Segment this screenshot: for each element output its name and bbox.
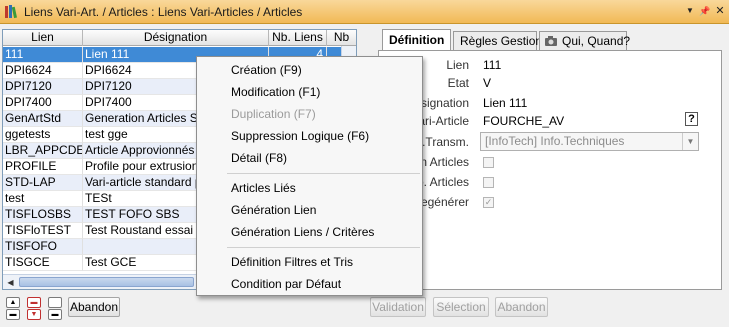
window-menu-button[interactable]: ▼: [683, 4, 697, 18]
tab-qui-quand[interactable]: Qui, Quand?: [539, 31, 631, 51]
nav-next-icon[interactable]: [48, 297, 62, 308]
column-header-nb-liens[interactable]: Nb. Liens: [269, 30, 327, 46]
validation-button[interactable]: Validation: [370, 297, 426, 317]
menu-item-generation-liens-criteres[interactable]: Génération Liens / Critères: [231, 223, 374, 241]
cell-lien: DPI7400: [3, 95, 83, 111]
nav-add-icon[interactable]: ▬: [6, 309, 20, 320]
menu-item-articles-lies[interactable]: Articles Liés: [231, 179, 296, 197]
help-button[interactable]: ?: [685, 112, 698, 126]
tab-definition[interactable]: Définition: [382, 29, 451, 52]
lien-value: 111: [483, 58, 502, 72]
lien-label: Lien: [446, 58, 469, 72]
cell-lien: DPI7120: [3, 79, 83, 95]
articles-checkbox[interactable]: [483, 157, 494, 168]
cell-lien: TISFLOSBS: [3, 207, 83, 223]
pin-icon[interactable]: 📌: [698, 4, 712, 18]
menu-item-condition-defaut[interactable]: Condition par Défaut: [231, 275, 341, 293]
tab-regles-gestion[interactable]: Règles Gestion: [453, 31, 542, 51]
menu-item-duplication[interactable]: Duplication (F7): [231, 105, 316, 123]
menu-item-detail[interactable]: Détail (F8): [231, 149, 287, 167]
window-title: Liens Vari-Art. / Articles : Liens Vari-…: [24, 5, 303, 19]
etat-label: Etat: [447, 76, 469, 90]
vari-article-value: FOURCHE_AV: [483, 114, 565, 128]
abandon-button-left[interactable]: Abandon: [68, 297, 120, 317]
column-header-nb[interactable]: Nb: [327, 30, 356, 46]
cell-lien: test: [3, 191, 83, 207]
menu-item-creation[interactable]: Création (F9): [231, 61, 302, 79]
cell-lien: TISFloTEST: [3, 223, 83, 239]
menu-item-definition-filtres[interactable]: Définition Filtres et Tris: [231, 253, 353, 271]
menu-separator: [227, 247, 420, 248]
tab-qui-quand-label: Qui, Quand?: [562, 34, 631, 48]
definition-panel: Lien 111 Etat V esignation Lien 111 ari-…: [378, 50, 722, 290]
menu-separator: [227, 173, 420, 174]
nav-first-icon[interactable]: ▲: [6, 297, 20, 308]
camera-icon: [545, 36, 557, 46]
cell-lien: TISFOFO: [3, 239, 83, 255]
cell-lien: TISGCE: [3, 255, 83, 271]
close-button[interactable]: ✕: [713, 4, 727, 18]
menu-item-generation-lien[interactable]: Génération Lien: [231, 201, 316, 219]
designation-value: Lien 111: [483, 96, 528, 110]
grid-header: Lien Désignation Nb. Liens Nb: [3, 30, 356, 46]
cell-lien: PROFILE: [3, 159, 83, 175]
cell-lien: LBR_APPCDE: [3, 143, 83, 159]
column-header-lien[interactable]: Lien: [3, 30, 83, 46]
abandon-button-right[interactable]: Abandon: [495, 297, 548, 317]
column-header-designation[interactable]: Désignation: [83, 30, 269, 46]
selection-button[interactable]: Sélection: [433, 297, 489, 317]
cell-lien: STD-LAP: [3, 175, 83, 191]
etat-value: V: [483, 76, 492, 90]
context-menu: Création (F9) Modification (F1) Duplicat…: [196, 56, 423, 296]
menu-item-suppression-logique[interactable]: Suppression Logique (F6): [231, 127, 369, 145]
nav-last-icon[interactable]: ▬: [48, 309, 62, 320]
articles2-checkbox[interactable]: [483, 177, 494, 188]
transm-select-value: [InfoTech] Info.Techniques: [485, 134, 625, 148]
cell-lien: ggetests: [3, 127, 83, 143]
scroll-left-icon[interactable]: ◀: [4, 276, 17, 289]
chevron-down-icon: ▼: [682, 133, 698, 150]
cell-lien: GenArtStd: [3, 111, 83, 127]
title-bar: Liens Vari-Art. / Articles : Liens Vari-…: [0, 0, 729, 24]
transm-select[interactable]: [InfoTech] Info.Techniques ▼: [480, 132, 699, 151]
menu-item-modification[interactable]: Modification (F1): [231, 83, 320, 101]
cell-lien: 111: [3, 47, 83, 63]
books-icon: [5, 5, 17, 19]
regenerer-checkbox[interactable]: ✓: [483, 197, 494, 208]
scroll-thumb[interactable]: [19, 277, 194, 287]
nav-prev-icon[interactable]: ▬: [27, 297, 41, 308]
cell-lien: DPI6624: [3, 63, 83, 79]
nav-down-icon[interactable]: ▼: [27, 309, 41, 320]
